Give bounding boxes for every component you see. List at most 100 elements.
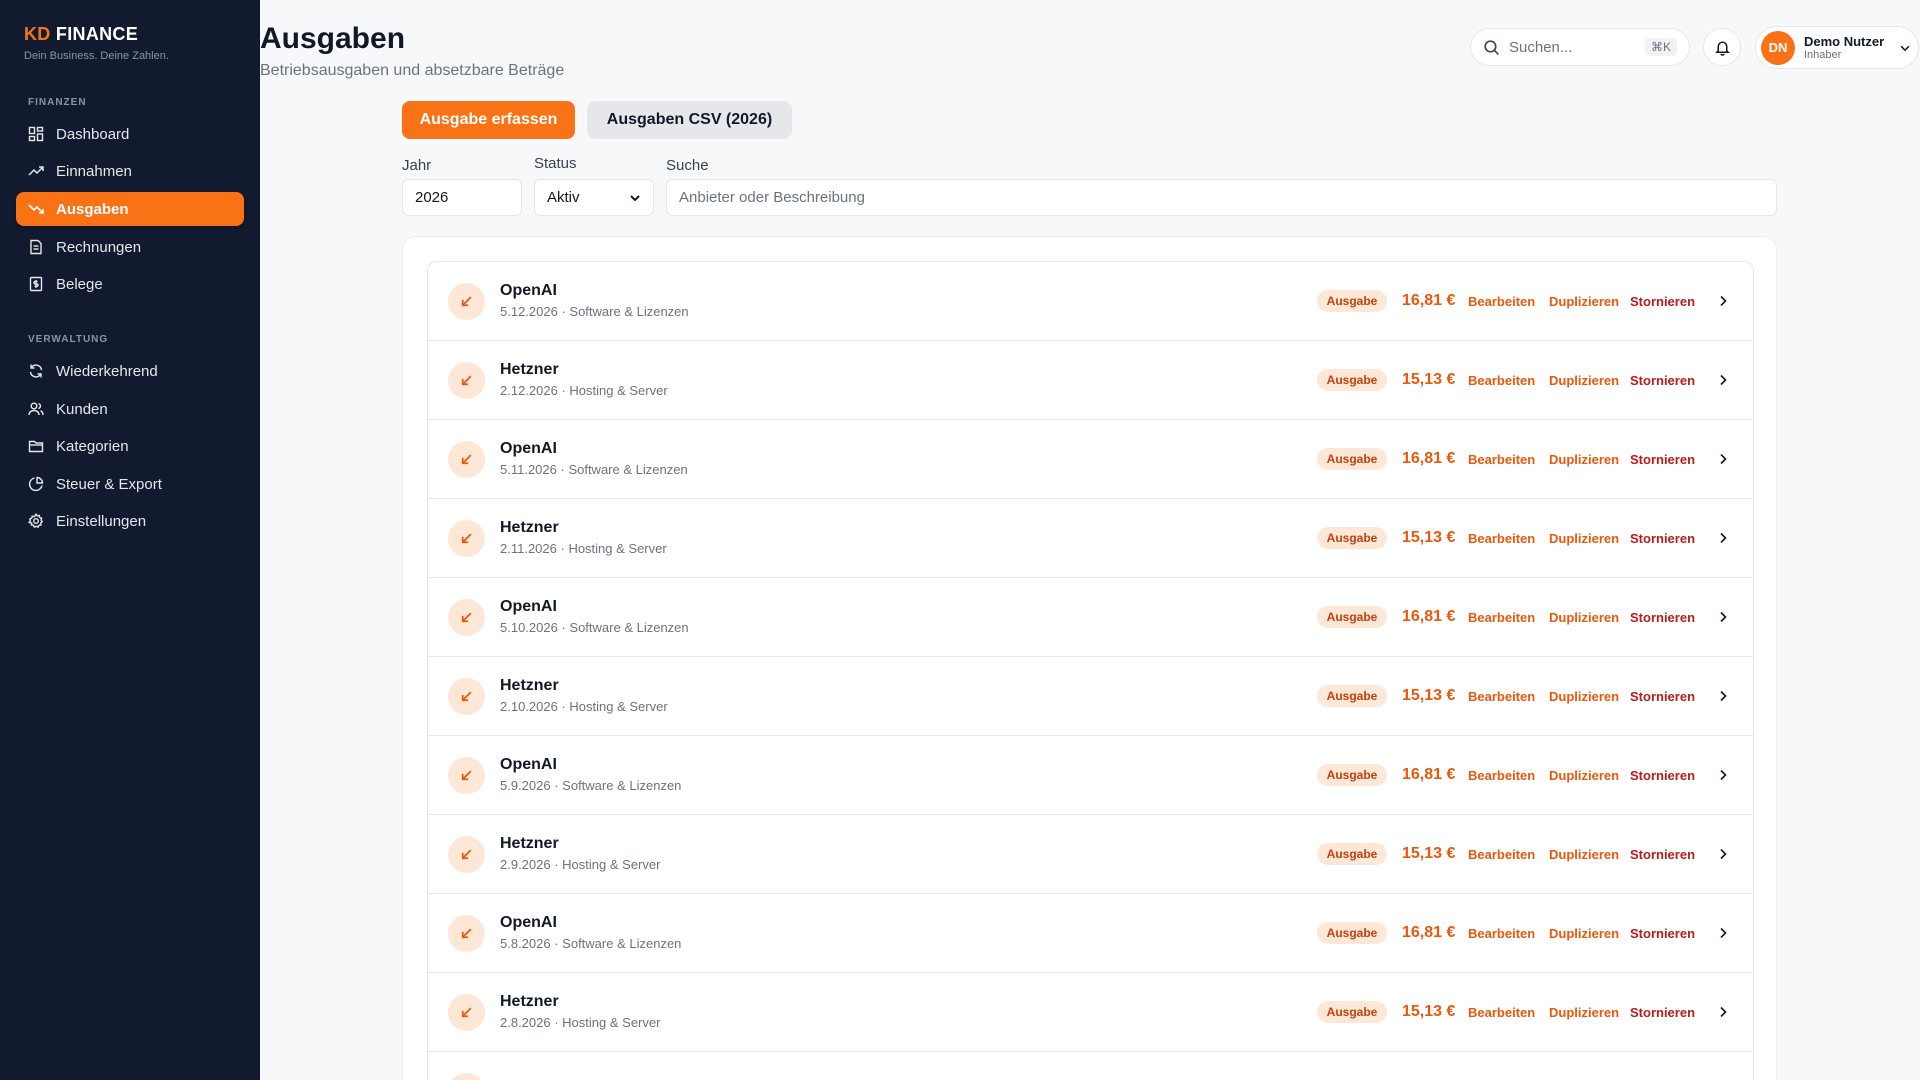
- row-category: Hosting & Server: [569, 383, 668, 398]
- cancel-link[interactable]: Stornieren: [1630, 768, 1695, 783]
- list-item[interactable]: Hetzner 2.8.2026 · Hosting & Server Ausg…: [428, 973, 1753, 1052]
- export-csv-button[interactable]: Ausgaben CSV (2026): [587, 101, 792, 139]
- list-item[interactable]: Hetzner 2.9.2026 · Hosting & Server Ausg…: [428, 815, 1753, 894]
- list-item[interactable]: OpenAI 5.11.2026 · Software & Lizenzen A…: [428, 420, 1753, 499]
- sidebar-item-kunden[interactable]: Kunden: [16, 392, 244, 426]
- expense-search-placeholder: Anbieter oder Beschreibung: [679, 189, 865, 206]
- expense-arrow-icon: [448, 835, 485, 873]
- chevron-right-icon[interactable]: [1716, 452, 1730, 466]
- edit-link[interactable]: Bearbeiten: [1468, 768, 1535, 783]
- chevron-right-icon[interactable]: [1716, 294, 1730, 308]
- chevron-right-icon[interactable]: [1716, 689, 1730, 703]
- cancel-link[interactable]: Stornieren: [1630, 847, 1695, 862]
- edit-link[interactable]: Bearbeiten: [1468, 610, 1535, 625]
- amount: 15,13 €: [1402, 371, 1456, 388]
- list-item[interactable]: Hetzner 2.12.2026 · Hosting & Server Aus…: [428, 341, 1753, 420]
- user-menu[interactable]: DN Demo Nutzer Inhaber: [1755, 26, 1919, 69]
- duplicate-link[interactable]: Duplizieren: [1549, 768, 1619, 783]
- sidebar-item-einnahmen[interactable]: Einnahmen: [16, 154, 244, 188]
- row-date: 2.9.2026: [500, 857, 551, 872]
- brand-name: FINANCE: [55, 24, 139, 44]
- list-item[interactable]: [428, 1052, 1753, 1080]
- sidebar-item-wiederkehrend[interactable]: Wiederkehrend: [16, 354, 244, 388]
- row-category: Software & Lizenzen: [569, 620, 689, 635]
- row-category: Software & Lizenzen: [562, 778, 682, 793]
- chevron-right-icon[interactable]: [1716, 768, 1730, 782]
- expense-search-input[interactable]: Anbieter oder Beschreibung: [666, 179, 1777, 216]
- status-select[interactable]: Aktiv: [534, 179, 654, 216]
- row-meta: 5.8.2026 · Software & Lizenzen: [500, 936, 681, 951]
- cancel-link[interactable]: Stornieren: [1630, 689, 1695, 704]
- edit-link[interactable]: Bearbeiten: [1468, 452, 1535, 467]
- chevron-right-icon[interactable]: [1716, 1005, 1730, 1019]
- brand-logo[interactable]: KD FINANCE: [24, 24, 138, 45]
- list-item[interactable]: Hetzner 2.10.2026 · Hosting & Server Aus…: [428, 657, 1753, 736]
- edit-link[interactable]: Bearbeiten: [1468, 847, 1535, 862]
- list-item[interactable]: OpenAI 5.9.2026 · Software & Lizenzen Au…: [428, 736, 1753, 815]
- sidebar-item-ausgaben[interactable]: Ausgaben: [16, 192, 244, 226]
- duplicate-link[interactable]: Duplizieren: [1549, 689, 1619, 704]
- duplicate-link[interactable]: Duplizieren: [1549, 531, 1619, 546]
- list-item[interactable]: OpenAI 5.12.2026 · Software & Lizenzen A…: [428, 262, 1753, 341]
- cancel-link[interactable]: Stornieren: [1630, 926, 1695, 941]
- edit-link[interactable]: Bearbeiten: [1468, 531, 1535, 546]
- chevron-right-icon[interactable]: [1716, 373, 1730, 387]
- cancel-link[interactable]: Stornieren: [1630, 452, 1695, 467]
- sidebar-item-rechnungen[interactable]: Rechnungen: [16, 230, 244, 264]
- duplicate-link[interactable]: Duplizieren: [1549, 294, 1619, 309]
- search-label: Suche: [666, 157, 709, 174]
- sidebar-item-kategorien[interactable]: Kategorien: [16, 429, 244, 463]
- chevron-right-icon[interactable]: [1716, 926, 1730, 940]
- edit-link[interactable]: Bearbeiten: [1468, 1005, 1535, 1020]
- edit-link[interactable]: Bearbeiten: [1468, 373, 1535, 388]
- list-item[interactable]: Hetzner 2.11.2026 · Hosting & Server Aus…: [428, 499, 1753, 578]
- chevron-right-icon[interactable]: [1716, 531, 1730, 545]
- chevron-right-icon[interactable]: [1716, 610, 1730, 624]
- year-field[interactable]: 2026: [402, 179, 522, 216]
- row-meta: 5.11.2026 · Software & Lizenzen: [500, 462, 688, 477]
- cancel-link[interactable]: Stornieren: [1630, 294, 1695, 309]
- duplicate-link[interactable]: Duplizieren: [1549, 373, 1619, 388]
- refresh-icon: [29, 364, 43, 378]
- cancel-link[interactable]: Stornieren: [1630, 610, 1695, 625]
- edit-link[interactable]: Bearbeiten: [1468, 294, 1535, 309]
- expense-arrow-icon: [448, 677, 485, 715]
- chevron-right-icon[interactable]: [1716, 847, 1730, 861]
- list-item[interactable]: OpenAI 5.8.2026 · Software & Lizenzen Au…: [428, 894, 1753, 973]
- row-meta: 5.9.2026 · Software & Lizenzen: [500, 778, 681, 793]
- amount: 16,81 €: [1402, 292, 1456, 309]
- duplicate-link[interactable]: Duplizieren: [1549, 1005, 1619, 1020]
- cancel-link[interactable]: Stornieren: [1630, 1005, 1695, 1020]
- add-expense-button[interactable]: Ausgabe erfassen: [402, 101, 575, 139]
- duplicate-link[interactable]: Duplizieren: [1549, 847, 1619, 862]
- invoice-icon: [30, 239, 42, 255]
- duplicate-link[interactable]: Duplizieren: [1549, 452, 1619, 467]
- row-date: 5.11.2026: [500, 462, 557, 477]
- edit-link[interactable]: Bearbeiten: [1468, 926, 1535, 941]
- cancel-link[interactable]: Stornieren: [1630, 531, 1695, 546]
- dashboard-icon: [28, 126, 44, 142]
- global-search-input[interactable]: Suchen... ⌘K: [1470, 28, 1690, 66]
- meta-separator: ·: [550, 857, 563, 872]
- cancel-link[interactable]: Stornieren: [1630, 373, 1695, 388]
- sidebar-item-belege[interactable]: Belege: [16, 267, 244, 301]
- expense-arrow-icon: [448, 519, 485, 557]
- duplicate-link[interactable]: Duplizieren: [1549, 610, 1619, 625]
- status-badge: Ausgabe: [1317, 606, 1387, 628]
- page-title: Ausgaben: [260, 22, 406, 55]
- edit-link[interactable]: Bearbeiten: [1468, 689, 1535, 704]
- row-category: Hosting & Server: [562, 857, 661, 872]
- vendor-name: OpenAI: [500, 440, 557, 457]
- sidebar-item-dashboard[interactable]: Dashboard: [16, 117, 244, 151]
- page-subtitle: Betriebsausgaben und absetzbare Beträge: [260, 62, 565, 79]
- expense-arrow-icon: [448, 282, 485, 320]
- row-date: 5.10.2026: [500, 620, 558, 635]
- duplicate-link[interactable]: Duplizieren: [1549, 926, 1619, 941]
- list-item[interactable]: OpenAI 5.10.2026 · Software & Lizenzen A…: [428, 578, 1753, 657]
- notifications-button[interactable]: [1703, 28, 1741, 66]
- vendor-name: OpenAI: [500, 914, 557, 931]
- vendor-name: OpenAI: [500, 756, 557, 773]
- sidebar-item-steuer-export[interactable]: Steuer & Export: [16, 467, 244, 501]
- sidebar: KD FINANCE Dein Business. Deine Zahlen. …: [0, 0, 260, 1080]
- sidebar-item-einstellungen[interactable]: Einstellungen: [16, 504, 244, 538]
